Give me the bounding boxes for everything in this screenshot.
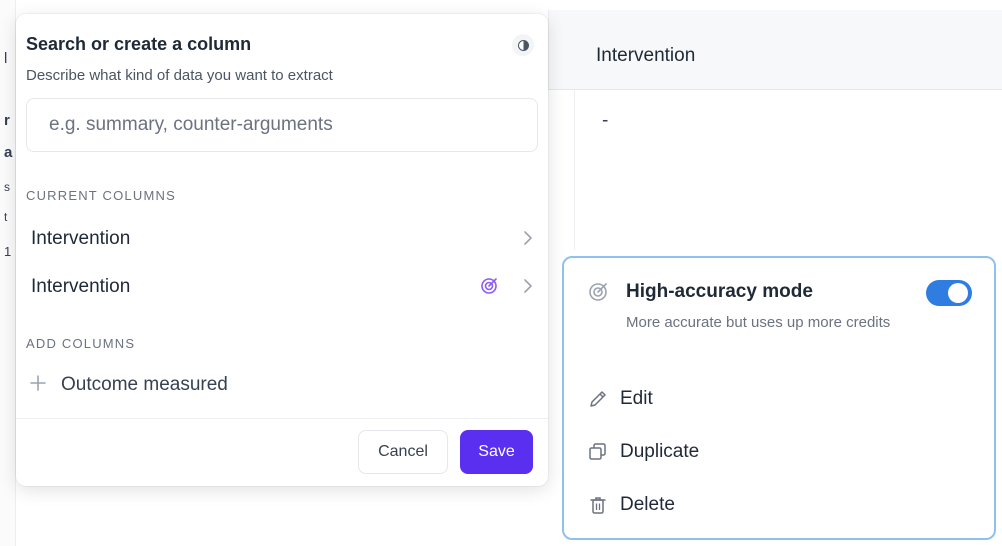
edit-label: Edit <box>620 388 653 409</box>
column-search-popover: Search or create a column Describe what … <box>16 14 548 486</box>
cancel-button[interactable]: Cancel <box>358 430 448 474</box>
add-column-label: Outcome measured <box>61 374 228 395</box>
current-column-item[interactable]: Intervention <box>16 264 548 308</box>
trash-icon <box>590 497 606 514</box>
target-icon <box>481 278 497 294</box>
column-header-label: Intervention <box>596 45 696 66</box>
current-column-label: Intervention <box>31 228 131 249</box>
column-divider <box>574 90 575 250</box>
column-header-intervention[interactable]: Intervention <box>548 10 1002 90</box>
toggle-knob <box>948 283 968 303</box>
delete-menu-item[interactable]: Delete <box>564 482 994 526</box>
target-icon <box>589 283 607 301</box>
save-button[interactable]: Save <box>460 430 533 474</box>
popover-subtitle: Describe what kind of data you want to e… <box>26 67 333 84</box>
left-fragment-text: r <box>4 112 10 129</box>
duplicate-label: Duplicate <box>620 441 700 462</box>
chevron-right-icon <box>524 231 532 245</box>
left-fragment-text: t <box>4 210 8 224</box>
add-columns-label: ADD COLUMNS <box>26 336 136 351</box>
table-cell[interactable]: - <box>602 110 608 132</box>
column-context-menu: High-accuracy mode More accurate but use… <box>562 256 996 540</box>
chevron-right-icon <box>524 279 532 293</box>
left-column-fragment: l r a s t 1 <box>0 0 16 546</box>
delete-label: Delete <box>620 494 675 515</box>
left-fragment-text: a <box>4 144 13 161</box>
current-column-label: Intervention <box>31 276 131 297</box>
current-column-item[interactable]: Intervention <box>16 216 548 260</box>
column-search-input[interactable] <box>26 98 538 152</box>
left-fragment-text: l <box>4 50 8 67</box>
plus-icon <box>30 375 46 391</box>
left-fragment-text: s <box>4 180 10 194</box>
add-column-item[interactable]: Outcome measured <box>16 364 548 404</box>
high-accuracy-title: High-accuracy mode <box>626 281 813 302</box>
popover-title: Search or create a column <box>26 34 252 54</box>
duplicate-icon <box>589 443 606 460</box>
duplicate-menu-item[interactable]: Duplicate <box>564 429 994 473</box>
footer-divider <box>16 418 548 419</box>
current-columns-label: CURRENT COLUMNS <box>26 188 176 203</box>
contrast-icon[interactable] <box>512 34 534 56</box>
high-accuracy-toggle[interactable] <box>926 280 972 306</box>
edit-menu-item[interactable]: Edit <box>564 376 994 420</box>
left-fragment-text: 1 <box>4 244 12 259</box>
high-accuracy-description: More accurate but uses up more credits <box>626 314 891 331</box>
pencil-icon <box>590 391 606 407</box>
